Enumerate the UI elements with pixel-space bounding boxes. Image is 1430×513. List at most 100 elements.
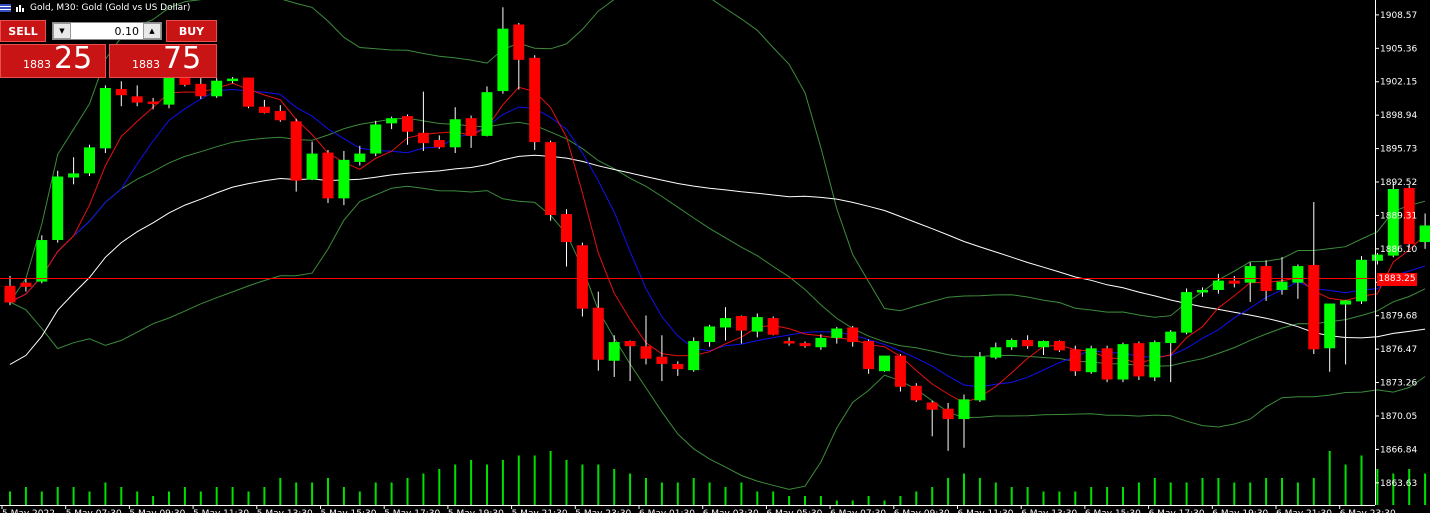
- candle: [592, 291, 604, 371]
- time-tick-label: 6 May 11:30: [958, 509, 1014, 513]
- time-tick-label: 6 May 23:30: [1340, 509, 1396, 513]
- candle-body: [1276, 281, 1288, 290]
- chart-type-icon: [15, 3, 26, 13]
- price-tick-label: 1886.10: [1380, 245, 1417, 255]
- candle: [163, 72, 175, 109]
- time-tick-label: 5 May 13:30: [257, 509, 313, 513]
- candle: [306, 141, 318, 181]
- sell-price-prefix: 1883: [23, 58, 51, 71]
- candle-body: [1324, 303, 1336, 349]
- price-tick-label: 1873.26: [1380, 379, 1417, 389]
- candle: [290, 118, 302, 192]
- candle: [1133, 341, 1145, 381]
- candle: [640, 315, 652, 365]
- candle: [720, 307, 731, 341]
- candle: [1022, 335, 1034, 349]
- price-tick-label: 1876.47: [1380, 345, 1417, 355]
- candle-body: [115, 89, 127, 96]
- candle-body: [4, 285, 16, 303]
- candle-body: [974, 356, 986, 401]
- lot-size-value[interactable]: 0.10: [71, 25, 143, 38]
- candle: [767, 316, 779, 336]
- price-tick-label: 1892.52: [1380, 178, 1417, 188]
- price-tick-label: 1905.36: [1380, 44, 1417, 54]
- candle: [1308, 202, 1320, 355]
- candle: [449, 107, 461, 154]
- buy-price-big: 75: [163, 41, 202, 76]
- time-tick-label: 6 May 05:30: [766, 509, 822, 513]
- candle: [561, 209, 572, 267]
- candle: [942, 402, 954, 451]
- candle: [99, 85, 111, 154]
- candle: [1038, 340, 1049, 356]
- candle-body: [545, 142, 557, 215]
- candle-body: [847, 327, 859, 343]
- candle-body: [99, 88, 111, 149]
- candle-body: [894, 355, 906, 387]
- candle-body: [147, 101, 159, 105]
- lot-decrease-icon[interactable]: ▼: [53, 23, 71, 39]
- time-tick-label: 5 May 19:30: [448, 509, 504, 513]
- price-axis: 1908.57 1905.36 1902.15 1898.94 1895.73 1892.…: [1375, 11, 1417, 489]
- candle-body: [338, 159, 350, 199]
- candle-body: [370, 124, 382, 154]
- candle-body: [767, 318, 779, 335]
- time-tick-label: 6 May 19:30: [1212, 509, 1268, 513]
- candle-body: [1181, 292, 1193, 333]
- candle: [910, 383, 922, 402]
- candle: [36, 235, 48, 284]
- candle-body: [1244, 266, 1256, 283]
- candle-body: [1038, 341, 1049, 348]
- candle: [227, 77, 239, 84]
- candle: [847, 325, 859, 347]
- candle-body: [131, 96, 143, 103]
- candle: [704, 324, 716, 347]
- candle: [1292, 264, 1304, 299]
- candle-body: [990, 347, 1002, 358]
- candle: [1101, 345, 1113, 383]
- sell-price-big: 25: [54, 41, 93, 76]
- time-tick-label: 5 May 17:30: [384, 509, 440, 513]
- candle: [338, 150, 350, 206]
- candle-body: [52, 176, 64, 240]
- sell-price-button[interactable]: 1883 25: [0, 44, 106, 78]
- candle: [465, 115, 477, 148]
- candle: [4, 275, 16, 306]
- candle-body: [561, 213, 572, 243]
- time-tick-label: 6 May 03:30: [703, 509, 759, 513]
- candle-body: [735, 316, 747, 331]
- candle: [735, 315, 747, 344]
- price-tick-label: 1898.94: [1380, 111, 1417, 121]
- candle: [576, 242, 588, 317]
- candle-body: [783, 341, 795, 344]
- buy-price-button[interactable]: 1883 75: [109, 44, 217, 78]
- candle: [751, 313, 763, 338]
- candle-body: [688, 341, 700, 371]
- buy-button[interactable]: BUY: [166, 20, 217, 42]
- candle-body: [910, 385, 922, 401]
- lot-size-input[interactable]: ▼ 0.10 ▲: [52, 22, 162, 40]
- candle-body: [1292, 266, 1304, 283]
- candle: [211, 78, 223, 98]
- candle: [990, 342, 1002, 360]
- price-tick-label: 1879.68: [1380, 312, 1417, 322]
- candle-body: [274, 110, 286, 121]
- candle: [1069, 345, 1081, 376]
- candle-body: [1117, 344, 1129, 380]
- candle: [147, 97, 159, 110]
- sell-button[interactable]: SELL: [0, 20, 46, 42]
- candle: [1149, 340, 1161, 382]
- candle: [370, 120, 382, 157]
- candle: [958, 394, 970, 448]
- candle-body: [481, 92, 493, 136]
- lot-increase-icon[interactable]: ▲: [143, 23, 161, 39]
- time-tick-label: 6 May 01:30: [639, 509, 695, 513]
- price-tick-label: 1908.57: [1380, 11, 1417, 21]
- candle: [926, 400, 938, 437]
- candle: [497, 7, 509, 94]
- bollinger-middle-band: [9, 117, 1426, 367]
- candle: [131, 85, 143, 107]
- candle-body: [36, 240, 48, 282]
- candle: [545, 140, 557, 221]
- candle: [322, 149, 334, 204]
